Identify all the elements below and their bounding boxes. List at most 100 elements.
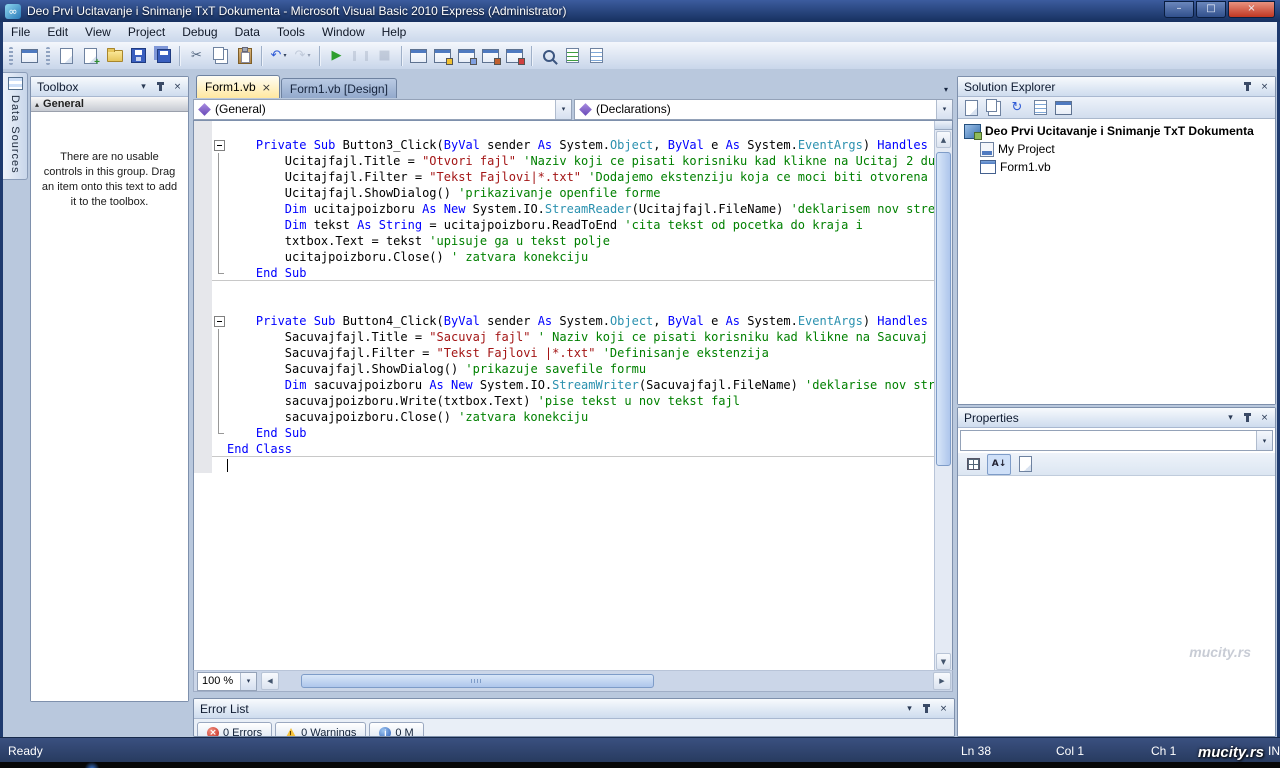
- tab-form1-vb-design[interactable]: Form1.vb [Design]: [281, 78, 397, 98]
- code-line[interactable]: Sacuvajfajl.Title = "Sacuvaj fajl" ' Naz…: [194, 329, 934, 345]
- error-list-close-icon[interactable]: ×: [936, 702, 951, 716]
- code-line[interactable]: sacuvajpoizboru.Close() 'zatvara konekci…: [194, 409, 934, 425]
- copy-button[interactable]: [209, 45, 232, 67]
- indicator-margin[interactable]: [194, 425, 212, 441]
- code-line[interactable]: [194, 281, 934, 297]
- categorized-button[interactable]: [961, 454, 985, 475]
- open-file-button[interactable]: [103, 45, 126, 67]
- se-view-code-button[interactable]: [1030, 99, 1050, 117]
- windows-taskbar[interactable]: [0, 762, 1280, 768]
- code-line[interactable]: [194, 457, 934, 473]
- undo-button[interactable]: ↶▾: [267, 45, 290, 67]
- object-browser-button[interactable]: [455, 45, 478, 67]
- properties-window-menu-icon[interactable]: ▾: [1223, 411, 1238, 425]
- code-line[interactable]: [194, 297, 934, 313]
- properties-header[interactable]: Properties ▾ ×: [958, 408, 1275, 428]
- menu-view[interactable]: View: [77, 22, 119, 42]
- scroll-left-icon[interactable]: ◀: [261, 672, 279, 690]
- indicator-margin[interactable]: [194, 313, 212, 329]
- tab-form1-vb[interactable]: Form1.vb ×: [196, 75, 280, 98]
- properties-dropdown-arrow-icon[interactable]: ▾: [1256, 431, 1272, 450]
- paste-button[interactable]: [233, 45, 256, 67]
- cut-button[interactable]: ✂: [185, 45, 208, 67]
- se-show-all-files-button[interactable]: [984, 99, 1004, 117]
- code-line[interactable]: ucitajpoizboru.Close() ' zatvara konekci…: [194, 249, 934, 265]
- error-list-button[interactable]: [503, 45, 526, 67]
- tab-data-sources[interactable]: Data Sources: [3, 72, 28, 180]
- toolbox-close-icon[interactable]: ×: [170, 80, 185, 94]
- indicator-margin[interactable]: [194, 441, 212, 457]
- code-line[interactable]: End Sub: [194, 265, 934, 281]
- indicator-margin[interactable]: [194, 121, 212, 137]
- code-line[interactable]: Sacuvajfajl.Filter = "Tekst Fajlovi |*.t…: [194, 345, 934, 361]
- solution-explorer-pin-icon[interactable]: [1240, 80, 1255, 94]
- new-project-button[interactable]: [55, 45, 78, 67]
- indicator-margin[interactable]: [194, 393, 212, 409]
- menu-help[interactable]: Help: [374, 22, 415, 42]
- menu-edit[interactable]: Edit: [39, 22, 76, 42]
- properties-pin-icon[interactable]: [1240, 411, 1255, 425]
- indicator-margin[interactable]: [194, 137, 212, 153]
- indicator-margin[interactable]: [194, 281, 212, 297]
- solution-explorer-header[interactable]: Solution Explorer ×: [958, 77, 1275, 97]
- error-list-tab-warning[interactable]: 0 Warnings: [275, 722, 366, 737]
- menu-file[interactable]: File: [3, 22, 38, 42]
- declarations-dropdown-arrow-icon[interactable]: ▾: [936, 100, 952, 119]
- vertical-scroll-thumb[interactable]: [936, 152, 951, 466]
- tree-item-form1-vb[interactable]: Form1.vb: [958, 158, 1275, 176]
- indicator-margin[interactable]: [194, 409, 212, 425]
- toolbox-button[interactable]: [479, 45, 502, 67]
- indicator-margin[interactable]: [194, 377, 212, 393]
- indicator-margin[interactable]: [194, 361, 212, 377]
- close-button[interactable]: ×: [1228, 1, 1275, 18]
- tree-item-my-project[interactable]: My Project: [958, 140, 1275, 158]
- indicator-margin[interactable]: [194, 297, 212, 313]
- scroll-down-icon[interactable]: ▼: [936, 653, 951, 670]
- add-new-item-button[interactable]: [79, 45, 102, 67]
- data-sources-window-button[interactable]: [18, 45, 41, 67]
- code-line[interactable]: txtbox.Text = tekst 'upisuje ga u tekst …: [194, 233, 934, 249]
- scroll-up-icon[interactable]: ▲: [936, 131, 951, 148]
- indicator-margin[interactable]: [194, 185, 212, 201]
- properties-object-dropdown[interactable]: ▾: [960, 430, 1273, 451]
- code-line[interactable]: [194, 121, 934, 137]
- menu-tools[interactable]: Tools: [269, 22, 313, 42]
- solution-explorer-button[interactable]: [407, 45, 430, 67]
- vertical-scroll-track[interactable]: [936, 149, 951, 652]
- save-button[interactable]: [127, 45, 150, 67]
- se-properties-button[interactable]: [961, 99, 981, 117]
- toolbar-grip[interactable]: [46, 47, 50, 65]
- toolbar-grip[interactable]: [9, 47, 13, 65]
- toolbox-pin-icon[interactable]: [153, 80, 168, 94]
- tree-item-deo-prvi-ucitavanje-i-snimanje-txt-dokumenta[interactable]: Deo Prvi Ucitavanje i Snimanje TxT Dokum…: [958, 122, 1275, 140]
- code-line[interactable]: Dim tekst As String = ucitajpoizboru.Rea…: [194, 217, 934, 233]
- find-button[interactable]: [537, 45, 560, 67]
- toolbox-window-menu-icon[interactable]: ▾: [136, 80, 151, 94]
- scope-dropdown-arrow-icon[interactable]: ▾: [555, 100, 571, 119]
- code-line[interactable]: Private Sub Button3_Click(ByVal sender A…: [194, 137, 934, 153]
- fold-collapse-icon[interactable]: [212, 137, 227, 153]
- uncomment-button[interactable]: [585, 45, 608, 67]
- error-list-pin-icon[interactable]: [919, 702, 934, 716]
- se-view-designer-button[interactable]: [1053, 99, 1073, 117]
- toolbox-header[interactable]: Toolbox ▾ ×: [31, 77, 188, 97]
- horizontal-scroll-track[interactable]: [281, 673, 931, 689]
- menu-project[interactable]: Project: [120, 22, 173, 42]
- code-line[interactable]: Sacuvajfajl.ShowDialog() 'prikazuje save…: [194, 361, 934, 377]
- fold-collapse-icon[interactable]: [212, 313, 227, 329]
- code-line[interactable]: Dim sacuvajpoizboru As New System.IO.Str…: [194, 377, 934, 393]
- code-line[interactable]: sacuvajpoizboru.Write(txtbox.Text) 'pise…: [194, 393, 934, 409]
- code-line[interactable]: End Sub: [194, 425, 934, 441]
- minimize-button[interactable]: –: [1164, 1, 1194, 18]
- tab-close-icon[interactable]: ×: [262, 81, 271, 94]
- maximize-button[interactable]: □: [1196, 1, 1226, 18]
- vertical-scrollbar[interactable]: ▲ ▼: [934, 121, 952, 671]
- indicator-margin[interactable]: [194, 169, 212, 185]
- toolbox-group-general[interactable]: ▴ General: [31, 97, 188, 112]
- zoom-dropdown-arrow-icon[interactable]: ▾: [240, 673, 256, 690]
- editor-splitter-handle[interactable]: [935, 121, 952, 130]
- solution-explorer-close-icon[interactable]: ×: [1257, 80, 1272, 94]
- save-all-button[interactable]: [151, 45, 174, 67]
- se-refresh-button[interactable]: ↻: [1007, 99, 1027, 117]
- indicator-margin[interactable]: [194, 265, 212, 281]
